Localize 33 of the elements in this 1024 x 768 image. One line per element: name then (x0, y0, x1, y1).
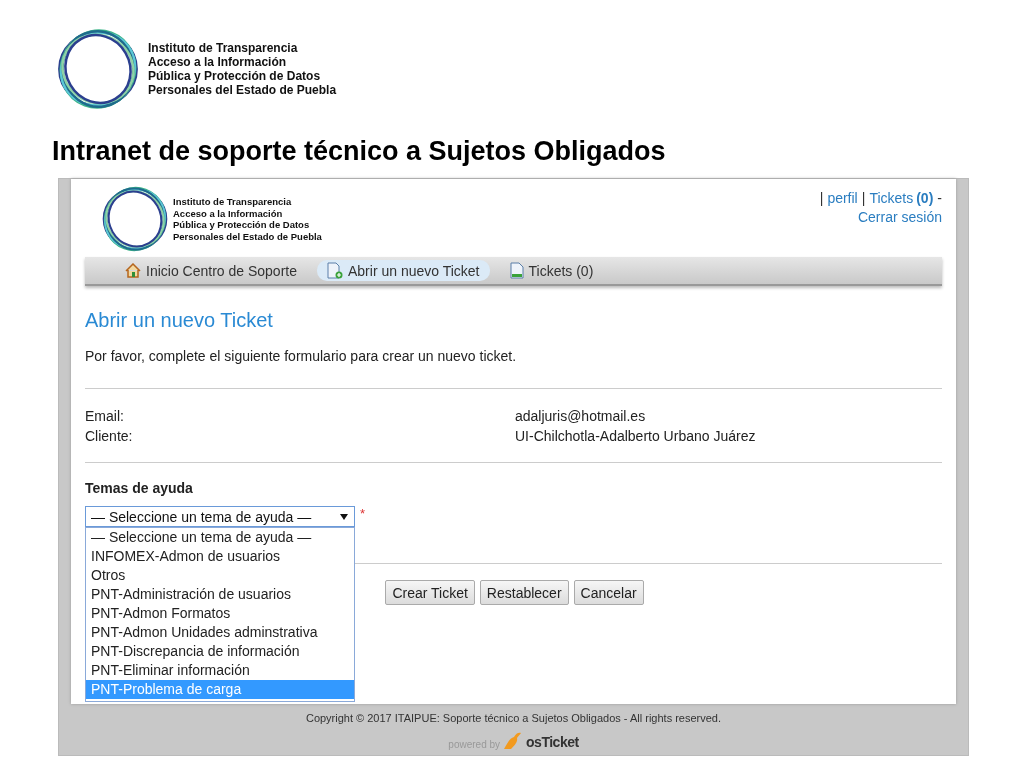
page-heading: Abrir un nuevo Ticket (85, 308, 274, 332)
separator-text: | (861, 189, 866, 208)
account-link[interactable]: perfil (827, 189, 858, 208)
organization-name-line: Personales del Estado de Puebla (148, 83, 337, 97)
slide-title: Intranet de soporte técnico a Sujetos Obligados (52, 135, 667, 168)
copyright-text: Copyright © 2017 ITAIPUE: Soporte técnico a Sujetos Obligados - All rights reserved. (305, 712, 722, 724)
organization-name-line: Pública y Protección de Datos (173, 219, 311, 231)
account-link[interactable]: Tickets (869, 189, 914, 208)
form-button[interactable]: Restablecer (479, 580, 569, 605)
organization-name-line: Instituto de Transparencia (148, 41, 299, 55)
nav-tab[interactable]: Inicio Centro de Soporte (115, 260, 307, 281)
brand-text: osTicket (526, 734, 579, 750)
help-topic-select[interactable]: — Seleccione un tema de ayuda — (85, 506, 355, 527)
nav-tab[interactable]: Abrir un nuevo Ticket (317, 260, 490, 281)
required-mark: * (360, 506, 366, 521)
organization-name-line: Personales del Estado de Puebla (173, 230, 322, 242)
account-link[interactable]: Cerrar sesión (857, 208, 942, 227)
field-label: Email: (85, 407, 125, 426)
form-button[interactable]: Cancelar (573, 580, 644, 605)
field-value: adaljuris@hotmail.es (515, 407, 647, 426)
field-value: UI-Chilchotla-Adalberto Urbano Juárez (515, 427, 757, 446)
nav-tab[interactable]: Tickets (0) (499, 260, 604, 281)
organization-name-line: Instituto de Transparencia (173, 196, 293, 208)
organization-name-line: Acceso a la Información (148, 55, 288, 69)
ticket-count: (0) (916, 189, 934, 208)
organization-name-line: Pública y Protección de Datos (148, 69, 322, 83)
organization-name-line: Acceso a la Información (173, 207, 284, 219)
field-label: Cliente: (85, 427, 134, 446)
separator-text: - (937, 189, 942, 208)
separator-text: | (819, 189, 824, 208)
help-topic-label: Temas de ayuda (85, 479, 194, 498)
intro-text: Por favor, complete el siguiente formulario para crear un nuevo ticket. (85, 347, 518, 365)
form-button[interactable]: Crear Ticket (385, 580, 475, 605)
